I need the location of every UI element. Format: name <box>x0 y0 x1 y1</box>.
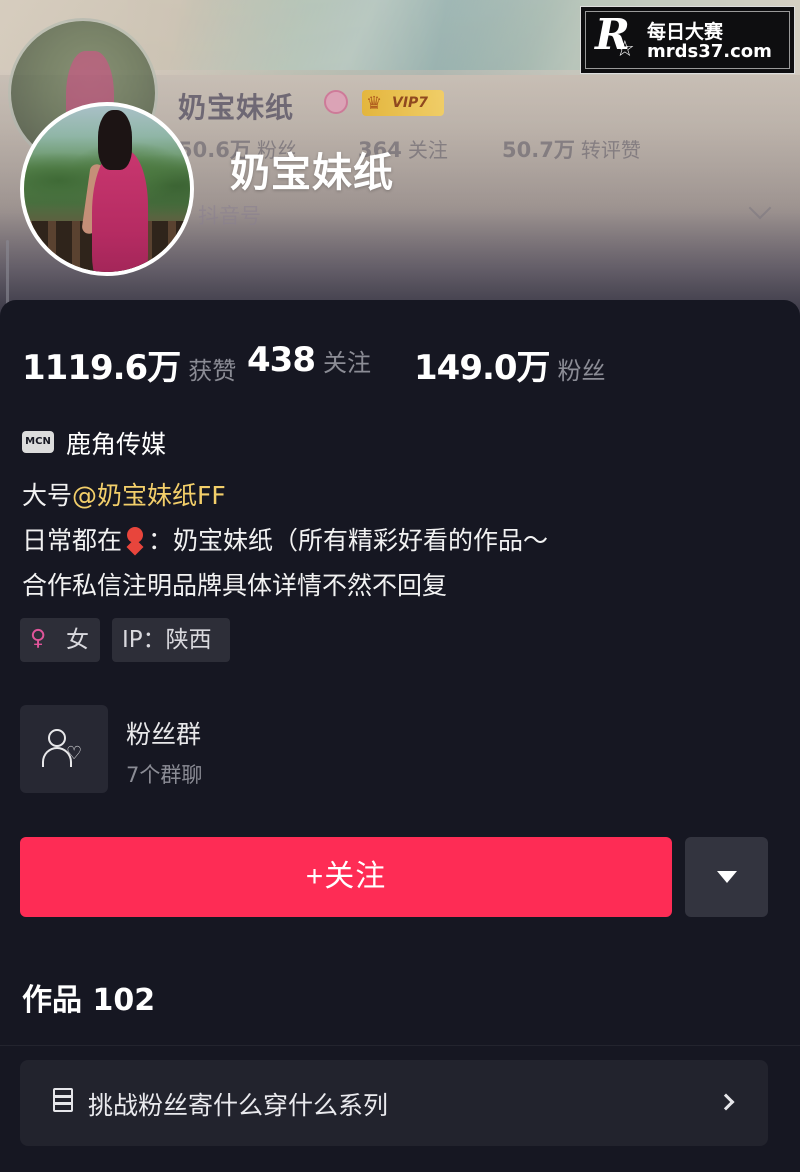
bio-line: 大号@奶宝妹纸FF <box>22 481 226 510</box>
star-icon: ☆ <box>615 37 635 62</box>
more-options-button[interactable] <box>685 837 768 917</box>
layers-icon <box>50 1088 78 1116</box>
mcn-name: 鹿角传媒 <box>66 430 167 459</box>
caret-down-icon <box>717 871 737 883</box>
stat-likes[interactable]: 1119.6万 获赞 <box>22 340 236 389</box>
fan-group-title: 粉丝群 <box>126 720 202 749</box>
ghost-stat: 50.7万 转评赞 <box>502 138 641 162</box>
bio-line: 日常都在 ：奶宝妹纸（所有精彩好看的作品～ <box>22 525 549 555</box>
gender-tag: ♀ 女 <box>20 618 100 662</box>
ghost-id-label: 抖音号 <box>198 204 261 228</box>
stat-following[interactable]: 438 关注 <box>247 340 371 380</box>
site-watermark: R ☆ 每日大赛 mrds37.com <box>580 6 795 74</box>
divider <box>0 1045 800 1046</box>
works-count[interactable]: 作品 102 <box>22 975 155 1019</box>
ghost-badge-icon <box>324 90 348 114</box>
ghost-profile-name: 奶宝妹纸 <box>178 91 295 124</box>
profile-page: 奶宝妹纸 ♛ VIP7 50.6万 粉丝 364 关注 50.7万 转评赞 抖音号 <box>0 0 800 1172</box>
location-pin-icon <box>124 525 146 555</box>
avatar[interactable] <box>20 102 194 276</box>
crown-icon: ♛ <box>366 93 383 114</box>
vip-badge: ♛ VIP7 <box>362 90 444 116</box>
chevron-right-icon <box>717 1093 735 1111</box>
watermark-url: mrds37.com <box>647 41 772 62</box>
series-collection[interactable]: 挑战粉丝寄什么穿什么系列 <box>20 1060 768 1146</box>
fan-group-subtitle: 7个群聊 <box>126 763 203 787</box>
person-heart-icon: ♡ <box>20 705 108 793</box>
follow-button[interactable]: +关注 <box>20 837 672 917</box>
series-label: 挑战粉丝寄什么穿什么系列 <box>88 1091 389 1120</box>
female-icon: ♀ <box>30 626 47 651</box>
mcn-icon: MCN <box>22 431 54 453</box>
mention-link[interactable]: @奶宝妹纸FF <box>72 481 226 510</box>
bio-line: 合作私信注明品牌具体详情不然不回复 <box>22 571 448 600</box>
watermark-name: 每日大赛 <box>647 21 724 43</box>
ip-location-tag: IP：陕西 <box>112 618 230 662</box>
fan-group-entry[interactable]: ♡ 粉丝群 7个群聊 <box>20 705 420 795</box>
profile-name: 奶宝妹纸 <box>230 150 394 196</box>
stat-followers[interactable]: 149.0万 粉丝 <box>414 340 606 389</box>
